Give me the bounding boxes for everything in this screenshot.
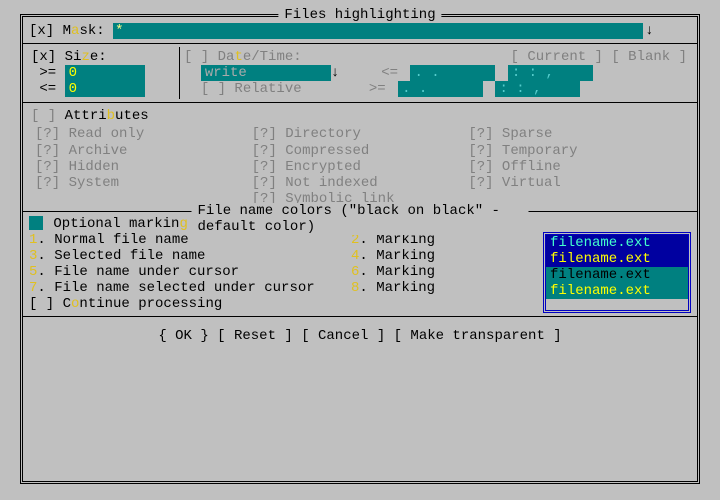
cancel-button[interactable]: [ Cancel ] [301, 328, 385, 344]
size-checkbox[interactable]: [x] [31, 49, 56, 65]
color-item[interactable]: . File name under cursor [37, 264, 239, 280]
color-marking[interactable]: . Marking [359, 280, 435, 296]
size-lte-label: <= [39, 81, 56, 97]
dropdown-icon[interactable]: ↓ [645, 23, 653, 39]
dt-gte-label: >= [369, 81, 386, 97]
attr-item[interactable]: [?] Directory [252, 126, 469, 142]
continue-checkbox[interactable]: [ ] Continue processing [29, 296, 543, 312]
attr-item[interactable]: [?] Offline [468, 159, 685, 175]
marking-char-box[interactable] [29, 216, 43, 230]
size-lte-input[interactable]: 0 [65, 81, 145, 97]
preview-row: filename.ext [546, 235, 688, 251]
dt-lte-label: <= [381, 65, 398, 81]
dt-date-lte-input[interactable]: . . [410, 65, 495, 81]
attr-item[interactable]: [?] Not indexed [252, 175, 469, 191]
dt-time-lte-input[interactable]: : : , [508, 65, 593, 81]
dropdown-icon[interactable]: ↓ [331, 65, 339, 81]
datetime-label: Date/Time: [218, 49, 302, 65]
size-gte-input[interactable]: 0 [65, 65, 145, 81]
dt-date-gte-input[interactable]: . . [398, 81, 483, 97]
attr-item[interactable]: [?] Sparse [468, 126, 685, 142]
make-transparent-button[interactable]: [ Make transparent ] [394, 328, 562, 344]
reset-button[interactable]: [ Reset ] [217, 328, 293, 344]
attributes-label: Attributes [65, 108, 149, 124]
attr-item[interactable]: [?] Archive [35, 143, 252, 159]
attr-item[interactable]: [?] Encrypted [252, 159, 469, 175]
color-marking[interactable]: . Marking [359, 264, 435, 280]
dt-time-gte-input[interactable]: : : , [495, 81, 580, 97]
mask-input[interactable]: * [113, 23, 643, 39]
attr-item[interactable]: [?] Temporary [468, 143, 685, 159]
color-item[interactable]: . Selected file name [37, 248, 205, 264]
ok-button[interactable]: { OK } [158, 328, 208, 344]
dialog-title: Files highlighting [278, 7, 441, 23]
attr-item[interactable]: [?] Compressed [252, 143, 469, 159]
preview-row: filename.ext [546, 251, 688, 267]
color-item[interactable]: . Normal file name [37, 232, 188, 248]
size-label: Size: [65, 49, 107, 65]
preview-row: filename.ext [546, 267, 688, 283]
attr-item[interactable]: [?] System [35, 175, 252, 191]
current-button[interactable]: [ Current ] [511, 49, 603, 65]
attributes-checkbox[interactable]: [ ] [31, 108, 56, 124]
attr-item[interactable]: [?] Hidden [35, 159, 252, 175]
attr-item[interactable]: [?] Virtual [468, 175, 685, 191]
dialog-frame: Files highlighting [x] Mask: * ↓ [x] Siz… [20, 14, 700, 484]
size-gte-label: >= [39, 65, 56, 81]
colors-section-title: File name colors ("black on black" - def… [192, 203, 529, 235]
attr-item[interactable]: [?] Read only [35, 126, 252, 142]
preview-row: filename.ext [546, 283, 688, 299]
datetime-type-select[interactable]: write [201, 65, 331, 81]
color-marking[interactable]: . Marking [359, 248, 435, 264]
mask-checkbox[interactable]: [x] [29, 23, 54, 39]
relative-checkbox[interactable]: [ ] Relative [201, 81, 302, 97]
color-item[interactable]: . File name selected under cursor [37, 280, 314, 296]
color-preview: filename.ext filename.ext filename.ext f… [543, 232, 691, 312]
datetime-checkbox[interactable]: [ ] [184, 49, 209, 65]
blank-button[interactable]: [ Blank ] [611, 49, 687, 65]
mask-label: Mask: [63, 23, 105, 39]
